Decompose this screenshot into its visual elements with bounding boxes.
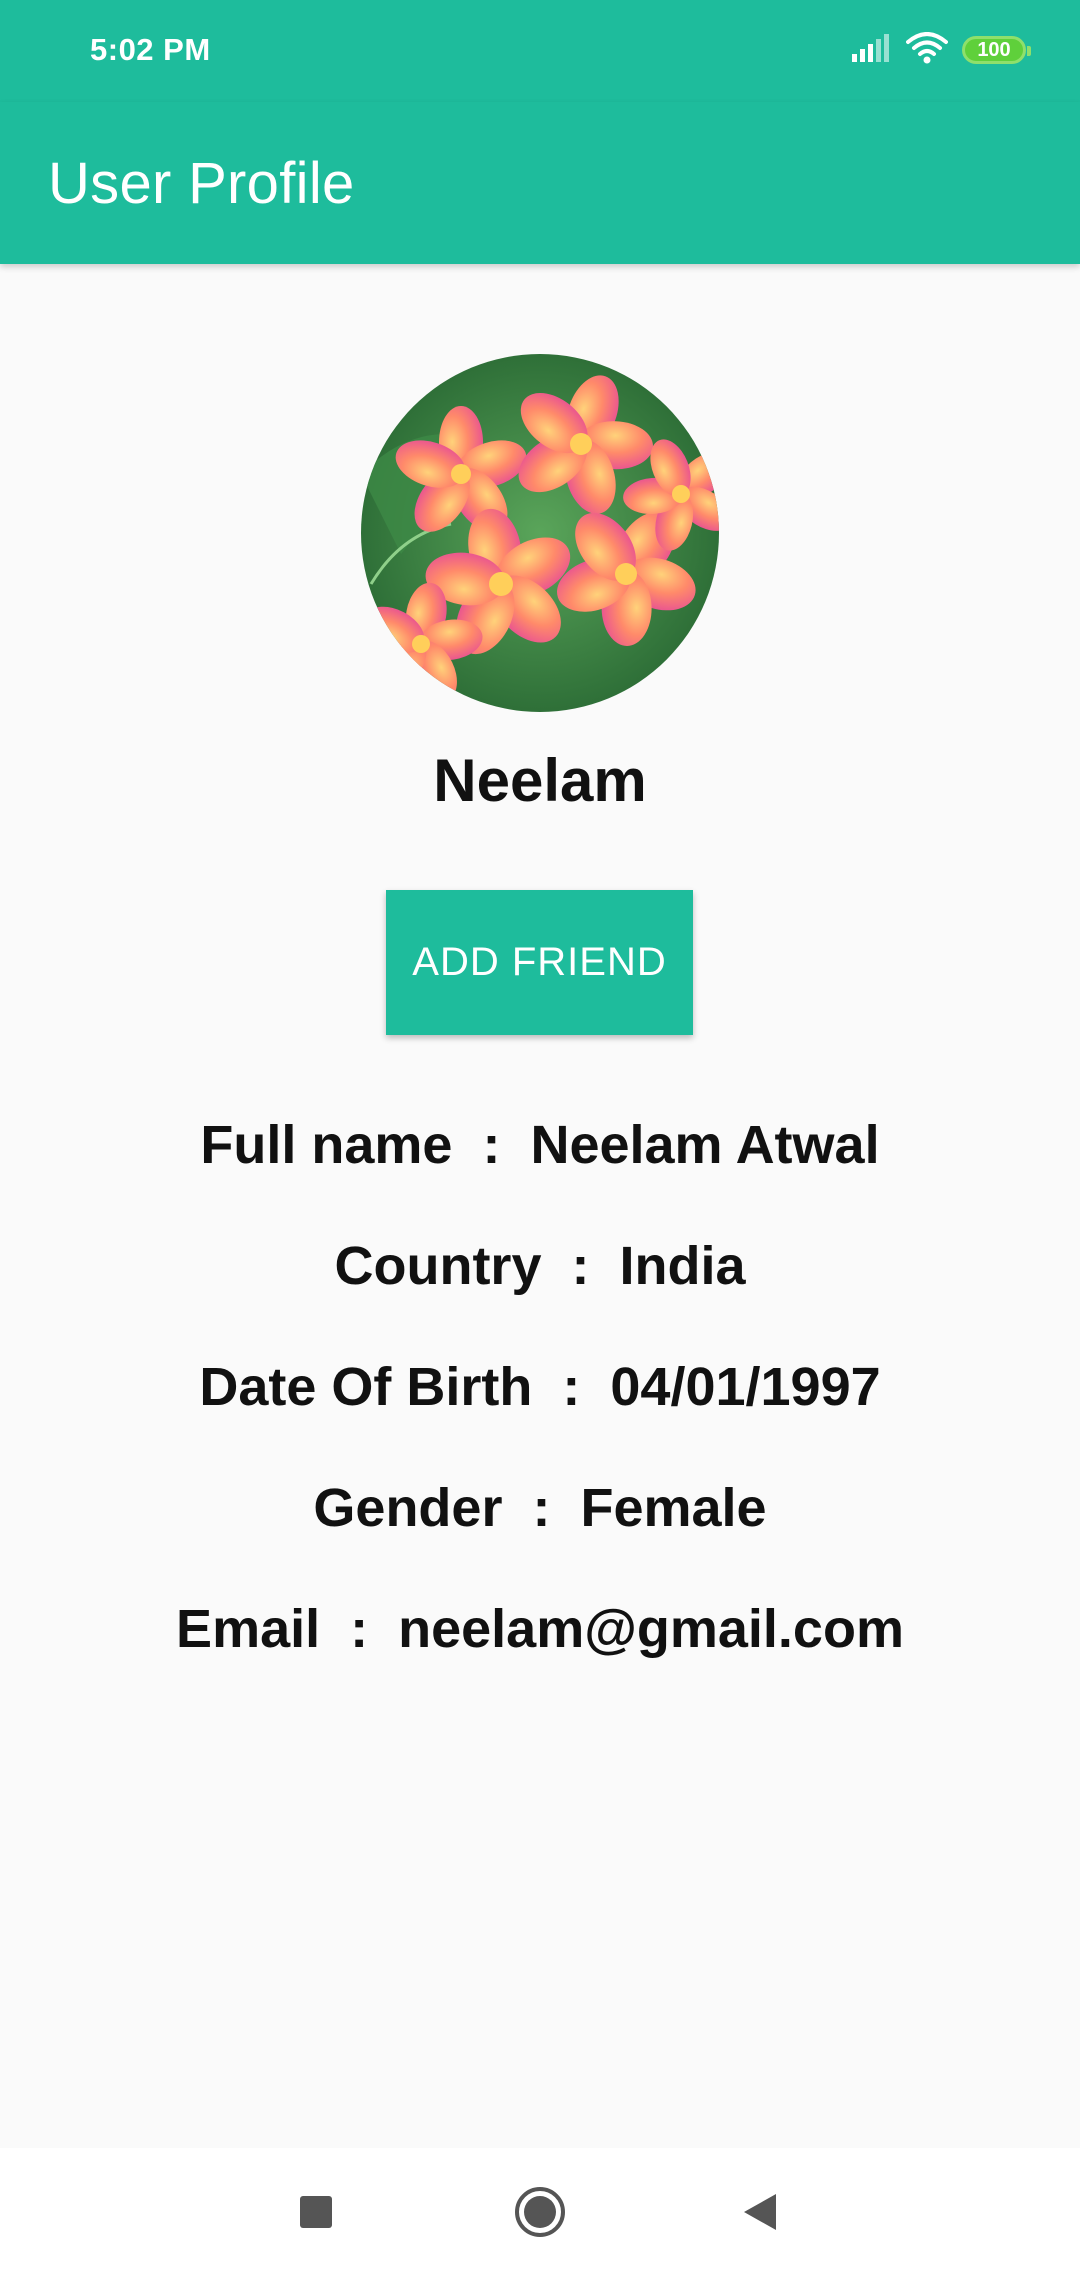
profile-name: Neelam — [433, 747, 647, 814]
info-label: Full name — [200, 1115, 453, 1175]
profile-avatar — [361, 354, 719, 712]
status-bar: 5:02 PM 100 — [0, 0, 1080, 102]
recents-button[interactable] — [246, 2148, 386, 2280]
navigation-bar — [0, 2148, 1080, 2280]
info-label: Date Of Birth — [199, 1357, 533, 1417]
info-full-name: Full name : Neelam Atwal — [200, 1115, 880, 1175]
info-label: Country — [334, 1236, 542, 1296]
info-label: Gender — [313, 1478, 503, 1538]
recents-icon — [298, 2194, 334, 2235]
info-value: India — [619, 1236, 746, 1296]
info-date-of-birth: Date Of Birth : 04/01/1997 — [199, 1357, 881, 1417]
wifi-icon — [906, 31, 948, 69]
info-gender: Gender : Female — [313, 1478, 767, 1538]
info-country: Country : India — [334, 1236, 746, 1296]
info-label: Email — [176, 1599, 321, 1659]
back-button[interactable] — [690, 2148, 830, 2280]
home-icon — [513, 2185, 567, 2244]
battery-icon: 100 — [962, 36, 1031, 64]
back-icon — [742, 2192, 778, 2237]
add-friend-button[interactable]: ADD FRIEND — [386, 890, 693, 1035]
home-button[interactable] — [470, 2148, 610, 2280]
info-email: Email : neelam@gmail.com — [176, 1599, 904, 1659]
info-value: neelam@gmail.com — [398, 1599, 904, 1659]
status-time: 5:02 PM — [90, 32, 211, 67]
signal-icon — [852, 33, 892, 67]
status-icons: 100 — [852, 30, 1031, 70]
flower-photo — [361, 354, 719, 712]
info-value: Neelam Atwal — [530, 1115, 880, 1175]
info-value: Female — [580, 1478, 767, 1538]
app-toolbar: User Profile — [0, 102, 1080, 264]
page-title: User Profile — [48, 151, 355, 216]
info-value: 04/01/1997 — [610, 1357, 881, 1417]
